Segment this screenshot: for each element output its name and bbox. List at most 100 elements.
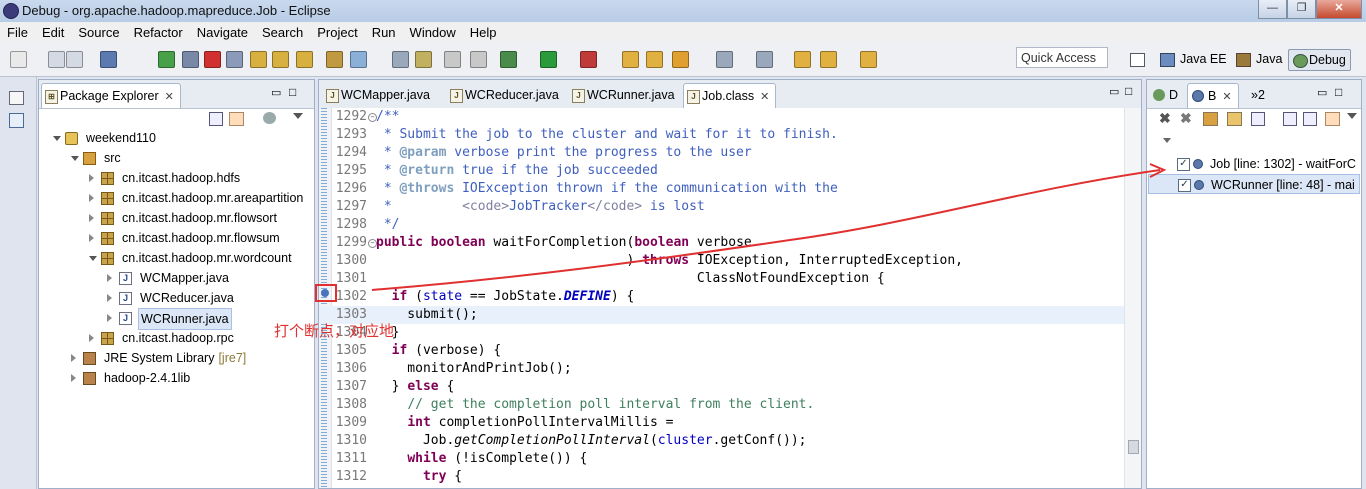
reducer-icon[interactable] bbox=[415, 51, 432, 68]
mapper-icon[interactable] bbox=[392, 51, 409, 68]
code-line[interactable]: 1312 try { bbox=[319, 468, 1141, 486]
chevron-down-icon[interactable] bbox=[293, 113, 303, 119]
perspective-javaee[interactable]: Java EE bbox=[1158, 49, 1227, 69]
code-line[interactable]: 1311 while (!isComplete()) { bbox=[319, 450, 1141, 468]
menu-item-search[interactable]: Search bbox=[255, 25, 310, 40]
code-line[interactable]: 1307 } else { bbox=[319, 378, 1141, 396]
format-icon[interactable] bbox=[470, 51, 487, 68]
code-line[interactable]: 1295 * @return true if the job succeeded bbox=[319, 162, 1141, 180]
collapse-arrow-icon[interactable] bbox=[71, 374, 76, 382]
menu-item-window[interactable]: Window bbox=[403, 25, 463, 40]
menu-item-source[interactable]: Source bbox=[71, 25, 126, 40]
maximize-editor-icon[interactable]: □ bbox=[1125, 84, 1132, 98]
close-tab-icon[interactable]: ✕ bbox=[1222, 91, 1231, 103]
menu-item-project[interactable]: Project bbox=[310, 25, 364, 40]
breakpoint-checkbox[interactable]: ✓ bbox=[1178, 179, 1191, 192]
suspend-icon[interactable] bbox=[182, 51, 199, 68]
code-line[interactable]: 1292−/** bbox=[319, 108, 1141, 126]
forward-icon[interactable] bbox=[860, 51, 877, 68]
code-line[interactable]: 1301 ClassNotFoundException { bbox=[319, 270, 1141, 288]
code-line[interactable]: 1302 if (state == JobState.DEFINE) { bbox=[319, 288, 1141, 306]
close-tab-icon[interactable]: ✕ bbox=[165, 91, 174, 103]
collapse-arrow-icon[interactable] bbox=[107, 314, 112, 322]
go-to-file-icon[interactable] bbox=[1227, 112, 1242, 126]
expand-arrow-icon[interactable] bbox=[71, 156, 79, 161]
maximize-view-icon[interactable]: □ bbox=[289, 85, 296, 99]
quick-access-input[interactable]: Quick Access bbox=[1016, 47, 1108, 68]
open-task-icon[interactable] bbox=[646, 51, 663, 68]
close-button[interactable]: ✕ bbox=[1316, 0, 1362, 19]
save-all-icon[interactable] bbox=[66, 51, 83, 68]
menu-item-navigate[interactable]: Navigate bbox=[190, 25, 255, 40]
editor-tab[interactable]: J WCReducer.java bbox=[447, 83, 559, 107]
code-editor[interactable]: 1292−/** 1293 * Submit the job to the clu… bbox=[319, 108, 1141, 488]
step-into-icon[interactable] bbox=[250, 51, 267, 68]
code-line[interactable]: 1304 } bbox=[319, 324, 1141, 342]
expand-all-icon[interactable] bbox=[1283, 112, 1297, 126]
minimize-editor-icon[interactable]: ▭ bbox=[1109, 85, 1119, 98]
collapse-arrow-icon[interactable] bbox=[89, 194, 94, 202]
editor-tab[interactable]: J Job.class ✕ bbox=[683, 83, 777, 108]
code-line[interactable]: 1310 Job.getCompletionPollInterval(clust… bbox=[319, 432, 1141, 450]
skip-breakpoints-icon[interactable] bbox=[1251, 112, 1265, 126]
menu-item-refactor[interactable]: Refactor bbox=[127, 25, 190, 40]
minimize-view-icon[interactable]: ▭ bbox=[271, 86, 281, 99]
vertical-scrollbar[interactable] bbox=[1124, 108, 1141, 488]
maximize-button[interactable]: ❐ bbox=[1287, 0, 1316, 19]
back-icon[interactable] bbox=[820, 51, 837, 68]
code-line[interactable]: 1308 // get the completion poll interval… bbox=[319, 396, 1141, 414]
disconnect-icon[interactable] bbox=[226, 51, 243, 68]
maximize-view-icon[interactable]: □ bbox=[1335, 85, 1342, 99]
collapse-arrow-icon[interactable] bbox=[107, 294, 112, 302]
search-icon[interactable] bbox=[672, 51, 689, 68]
save-icon[interactable] bbox=[48, 51, 65, 68]
breakpoint-marker[interactable] bbox=[321, 289, 329, 297]
code-line[interactable]: 1294 * @param verbose print the progress… bbox=[319, 144, 1141, 162]
link-editor-icon[interactable] bbox=[229, 112, 244, 126]
collapse-arrow-icon[interactable] bbox=[89, 234, 94, 242]
collapse-arrow-icon[interactable] bbox=[89, 334, 94, 342]
remove-all-icon[interactable]: ✖ bbox=[1180, 110, 1192, 127]
code-line[interactable]: 1298 */ bbox=[319, 216, 1141, 234]
menu-item-file[interactable]: File bbox=[0, 25, 35, 40]
code-line[interactable]: 1306 monitorAndPrintJob(); bbox=[319, 360, 1141, 378]
view-menu-icon[interactable] bbox=[263, 112, 276, 124]
minimize-button[interactable]: — bbox=[1258, 0, 1287, 19]
collapse-arrow-icon[interactable] bbox=[89, 174, 94, 182]
editor-tab[interactable]: J WCMapper.java bbox=[323, 83, 430, 107]
menu-item-edit[interactable]: Edit bbox=[35, 25, 71, 40]
code-line[interactable]: 1309 int completionPollIntervalMillis = bbox=[319, 414, 1141, 432]
perspective-java[interactable]: Java bbox=[1234, 49, 1282, 69]
console-icon[interactable] bbox=[100, 51, 117, 68]
last-edit-icon[interactable] bbox=[794, 51, 811, 68]
breakpoint-item[interactable]: ✓ Job [line: 1302] - waitForC bbox=[1148, 154, 1360, 174]
open-type-icon[interactable] bbox=[622, 51, 639, 68]
expand-arrow-icon[interactable] bbox=[89, 256, 97, 261]
collapse-arrow-icon[interactable] bbox=[71, 354, 76, 362]
use-step-filters-icon[interactable] bbox=[350, 51, 367, 68]
code-line[interactable]: 1303 submit(); bbox=[319, 306, 1141, 324]
next-annotation-icon[interactable] bbox=[756, 51, 773, 68]
tab-breakpoints[interactable]: B ✕ bbox=[1187, 83, 1239, 108]
tab-overflow[interactable]: »2 bbox=[1247, 83, 1265, 107]
code-line[interactable]: 1293 * Submit the job to the cluster and… bbox=[319, 126, 1141, 144]
new-icon[interactable] bbox=[10, 51, 27, 68]
menu-item-help[interactable]: Help bbox=[463, 25, 504, 40]
drop-frame-icon[interactable] bbox=[326, 51, 343, 68]
show-breakpoints-icon[interactable] bbox=[1203, 112, 1218, 126]
chevron-down-icon[interactable] bbox=[1163, 138, 1171, 143]
menu-item-run[interactable]: Run bbox=[365, 25, 403, 40]
link-icon[interactable] bbox=[1325, 112, 1340, 126]
editor-tab[interactable]: J WCRunner.java bbox=[569, 83, 675, 107]
code-line[interactable]: 1300 ) throws IOException, InterruptedEx… bbox=[319, 252, 1141, 270]
collapse-all-icon[interactable] bbox=[209, 112, 223, 126]
minimize-view-icon[interactable]: ▭ bbox=[1317, 86, 1327, 99]
perspective-debug[interactable]: Debug bbox=[1288, 49, 1351, 71]
view-icon[interactable] bbox=[9, 113, 24, 128]
code-line[interactable]: 1299− public boolean waitForCompletion(bo… bbox=[319, 234, 1141, 252]
terminate-icon[interactable] bbox=[204, 51, 221, 68]
debug-run-icon[interactable] bbox=[500, 51, 517, 68]
code-line[interactable]: 1297 * <code>JobTracker</code> is lost bbox=[319, 198, 1141, 216]
breakpoint-checkbox[interactable]: ✓ bbox=[1177, 158, 1190, 171]
step-over-icon[interactable] bbox=[272, 51, 289, 68]
